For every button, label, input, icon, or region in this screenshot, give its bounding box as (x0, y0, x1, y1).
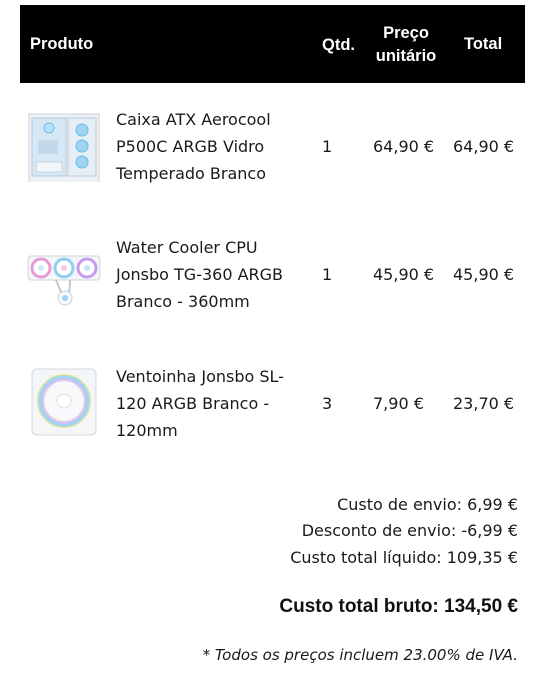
table-row: Water Cooler CPU Jonsbo TG-360 ARGB Bran… (0, 228, 545, 338)
water-cooler-thumbnail (26, 234, 102, 310)
product-name-line: 120 ARGB Branco - (116, 394, 270, 413)
product-name[interactable]: Ventoinha Jonsbo SL- 120 ARGB Branco - 1… (116, 363, 308, 444)
vat-note: * Todos os preços incluem 23.00% de IVA. (202, 646, 518, 664)
quantity: 3 (322, 394, 333, 413)
line-total: 45,90 € (453, 265, 515, 284)
product-name-line: Temperado Branco (116, 164, 266, 183)
header-product: Produto (30, 35, 94, 53)
product-name[interactable]: Caixa ATX Aerocool P500C ARGB Vidro Temp… (116, 106, 308, 187)
fan-thumbnail (26, 363, 102, 439)
product-name-line: P500C ARGB Vidro (116, 137, 265, 156)
gross-total: Custo total bruto: 134,50 € (279, 596, 518, 617)
product-name-line: 120mm (116, 421, 178, 440)
product-name-line: Branco - 360mm (116, 292, 250, 311)
header-unit-price-line2: unitário (375, 47, 437, 65)
table-row: Caixa ATX Aerocool P500C ARGB Vidro Temp… (0, 100, 545, 210)
line-total: 23,70 € (453, 394, 515, 413)
net-total: Custo total líquido: 109,35 € (290, 548, 518, 567)
shipping-cost: Custo de envio: 6,99 € (337, 495, 518, 514)
table-row: Ventoinha Jonsbo SL- 120 ARGB Branco - 1… (0, 357, 545, 467)
product-name-line: Caixa ATX Aerocool (116, 110, 271, 129)
table-header: Produto Qtd. Preço unitário Total (20, 5, 525, 83)
header-unit-price-line1: Preço (383, 24, 429, 42)
unit-price: 64,90 € (373, 137, 435, 156)
pc-case-thumbnail (26, 106, 102, 187)
header-total: Total (464, 35, 503, 53)
product-name[interactable]: Water Cooler CPU Jonsbo TG-360 ARGB Bran… (116, 234, 308, 315)
line-total: 64,90 € (453, 137, 515, 156)
header-qty: Qtd. (322, 36, 355, 54)
product-name-line: Water Cooler CPU (116, 238, 258, 257)
product-name-line: Ventoinha Jonsbo SL- (116, 367, 284, 386)
header-unit-price: Preço unitário (370, 22, 442, 68)
unit-price: 7,90 € (373, 394, 424, 413)
quantity: 1 (322, 265, 333, 284)
product-name-line: Jonsbo TG-360 ARGB (116, 265, 284, 284)
quantity: 1 (322, 137, 333, 156)
unit-price: 45,90 € (373, 265, 435, 284)
shipping-discount: Desconto de envio: -6,99 € (301, 521, 518, 540)
